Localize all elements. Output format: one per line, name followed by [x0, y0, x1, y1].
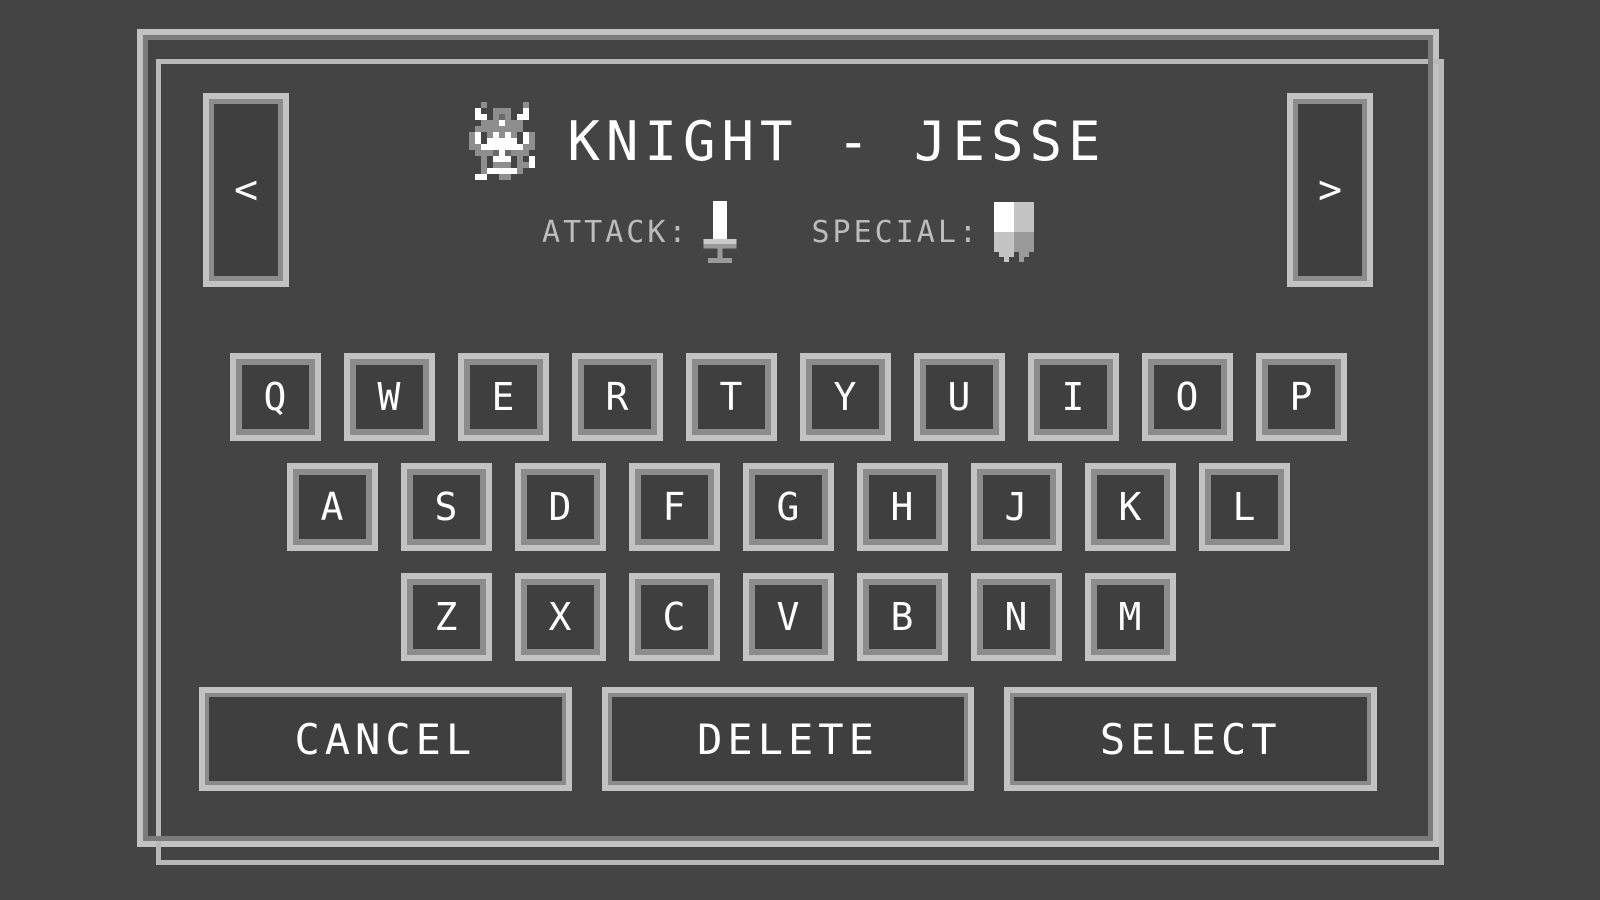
page-title: KNIGHT - JESSE: [567, 109, 1107, 173]
cancel-button[interactable]: CANCEL: [199, 687, 572, 791]
key-label: Z: [434, 595, 458, 639]
key-label: B: [890, 595, 914, 639]
key-label: J: [1004, 485, 1028, 529]
key-label: A: [320, 485, 344, 529]
key-m[interactable]: M: [1084, 573, 1176, 661]
next-character-button[interactable]: >: [1287, 93, 1373, 287]
key-label: F: [662, 485, 686, 529]
key-b[interactable]: B: [856, 573, 948, 661]
key-label: M: [1118, 595, 1142, 639]
key-u[interactable]: U: [913, 353, 1005, 441]
character-title-line: KNIGHT - JESSE: [338, 93, 1238, 189]
keyboard-row-3: ZXCVBNM: [143, 573, 1433, 661]
key-label: U: [947, 375, 971, 419]
character-stats: ATTACK: SPECIAL:: [338, 201, 1238, 263]
key-label: Q: [263, 375, 287, 419]
key-label: Y: [833, 375, 857, 419]
key-f[interactable]: F: [628, 463, 720, 551]
prev-character-button[interactable]: <: [203, 93, 289, 287]
header: < > KNIGHT - JESSE ATTACK: SPECIAL:: [143, 93, 1433, 308]
key-label: T: [719, 375, 743, 419]
stat-attack: ATTACK:: [542, 201, 738, 263]
key-t[interactable]: T: [685, 353, 777, 441]
keyboard-row-1: QWERTYUIOP: [143, 353, 1433, 441]
key-label: O: [1175, 375, 1199, 419]
key-c[interactable]: C: [628, 573, 720, 661]
special-label: SPECIAL:: [811, 214, 980, 250]
key-v[interactable]: V: [742, 573, 834, 661]
key-label: E: [491, 375, 515, 419]
key-d[interactable]: D: [514, 463, 606, 551]
key-i[interactable]: I: [1027, 353, 1119, 441]
key-h[interactable]: H: [856, 463, 948, 551]
key-y[interactable]: Y: [799, 353, 891, 441]
character-title-block: KNIGHT - JESSE ATTACK: SPECIAL:: [338, 93, 1238, 263]
key-j[interactable]: J: [970, 463, 1062, 551]
key-x[interactable]: X: [514, 573, 606, 661]
sword-icon: [703, 201, 738, 263]
key-label: H: [890, 485, 914, 529]
stat-special: SPECIAL:: [811, 201, 1034, 263]
shield-icon: [993, 202, 1034, 262]
chevron-left-icon: <: [233, 167, 259, 213]
select-button[interactable]: SELECT: [1004, 687, 1378, 791]
key-label: P: [1289, 375, 1313, 419]
key-label: R: [605, 375, 629, 419]
key-label: N: [1004, 595, 1028, 639]
keyboard-row-2: ASDFGHJKL: [143, 463, 1433, 551]
delete-button[interactable]: DELETE: [601, 687, 975, 791]
key-g[interactable]: G: [742, 463, 834, 551]
knight-sprite-icon: [469, 102, 536, 180]
attack-label: ATTACK:: [542, 214, 690, 250]
key-l[interactable]: L: [1198, 463, 1290, 551]
key-a[interactable]: A: [286, 463, 378, 551]
character-select-dialog: < > KNIGHT - JESSE ATTACK: SPECIAL: Q W …: [137, 29, 1444, 865]
key-e[interactable]: E: [457, 353, 549, 441]
select-button-label: SELECT: [1099, 714, 1282, 764]
key-p[interactable]: P: [1255, 353, 1347, 441]
key-label: S: [434, 485, 458, 529]
delete-button-label: DELETE: [697, 714, 879, 764]
action-button-row: CANCEL DELETE SELECT: [199, 687, 1378, 791]
key-r[interactable]: R: [571, 353, 663, 441]
key-n[interactable]: N: [970, 573, 1062, 661]
key-k[interactable]: K: [1084, 463, 1176, 551]
on-screen-keyboard: Q W E R T Y U I O P A S D F G H J K L Z X C V B N M: [143, 353, 1433, 683]
key-label: I: [1061, 375, 1085, 419]
key-z[interactable]: Z: [400, 573, 492, 661]
chevron-right-icon: >: [1317, 167, 1343, 213]
key-o[interactable]: O: [1141, 353, 1233, 441]
key-label: G: [776, 485, 800, 529]
key-label: V: [776, 595, 800, 639]
key-label: K: [1118, 485, 1142, 529]
key-label: L: [1232, 485, 1256, 529]
key-label: D: [548, 485, 572, 529]
key-label: C: [662, 595, 686, 639]
key-w[interactable]: W: [343, 353, 435, 441]
key-s[interactable]: S: [400, 463, 492, 551]
key-q[interactable]: Q: [229, 353, 321, 441]
key-label: X: [548, 595, 572, 639]
cancel-button-label: CANCEL: [294, 714, 477, 764]
key-label: W: [377, 375, 401, 419]
